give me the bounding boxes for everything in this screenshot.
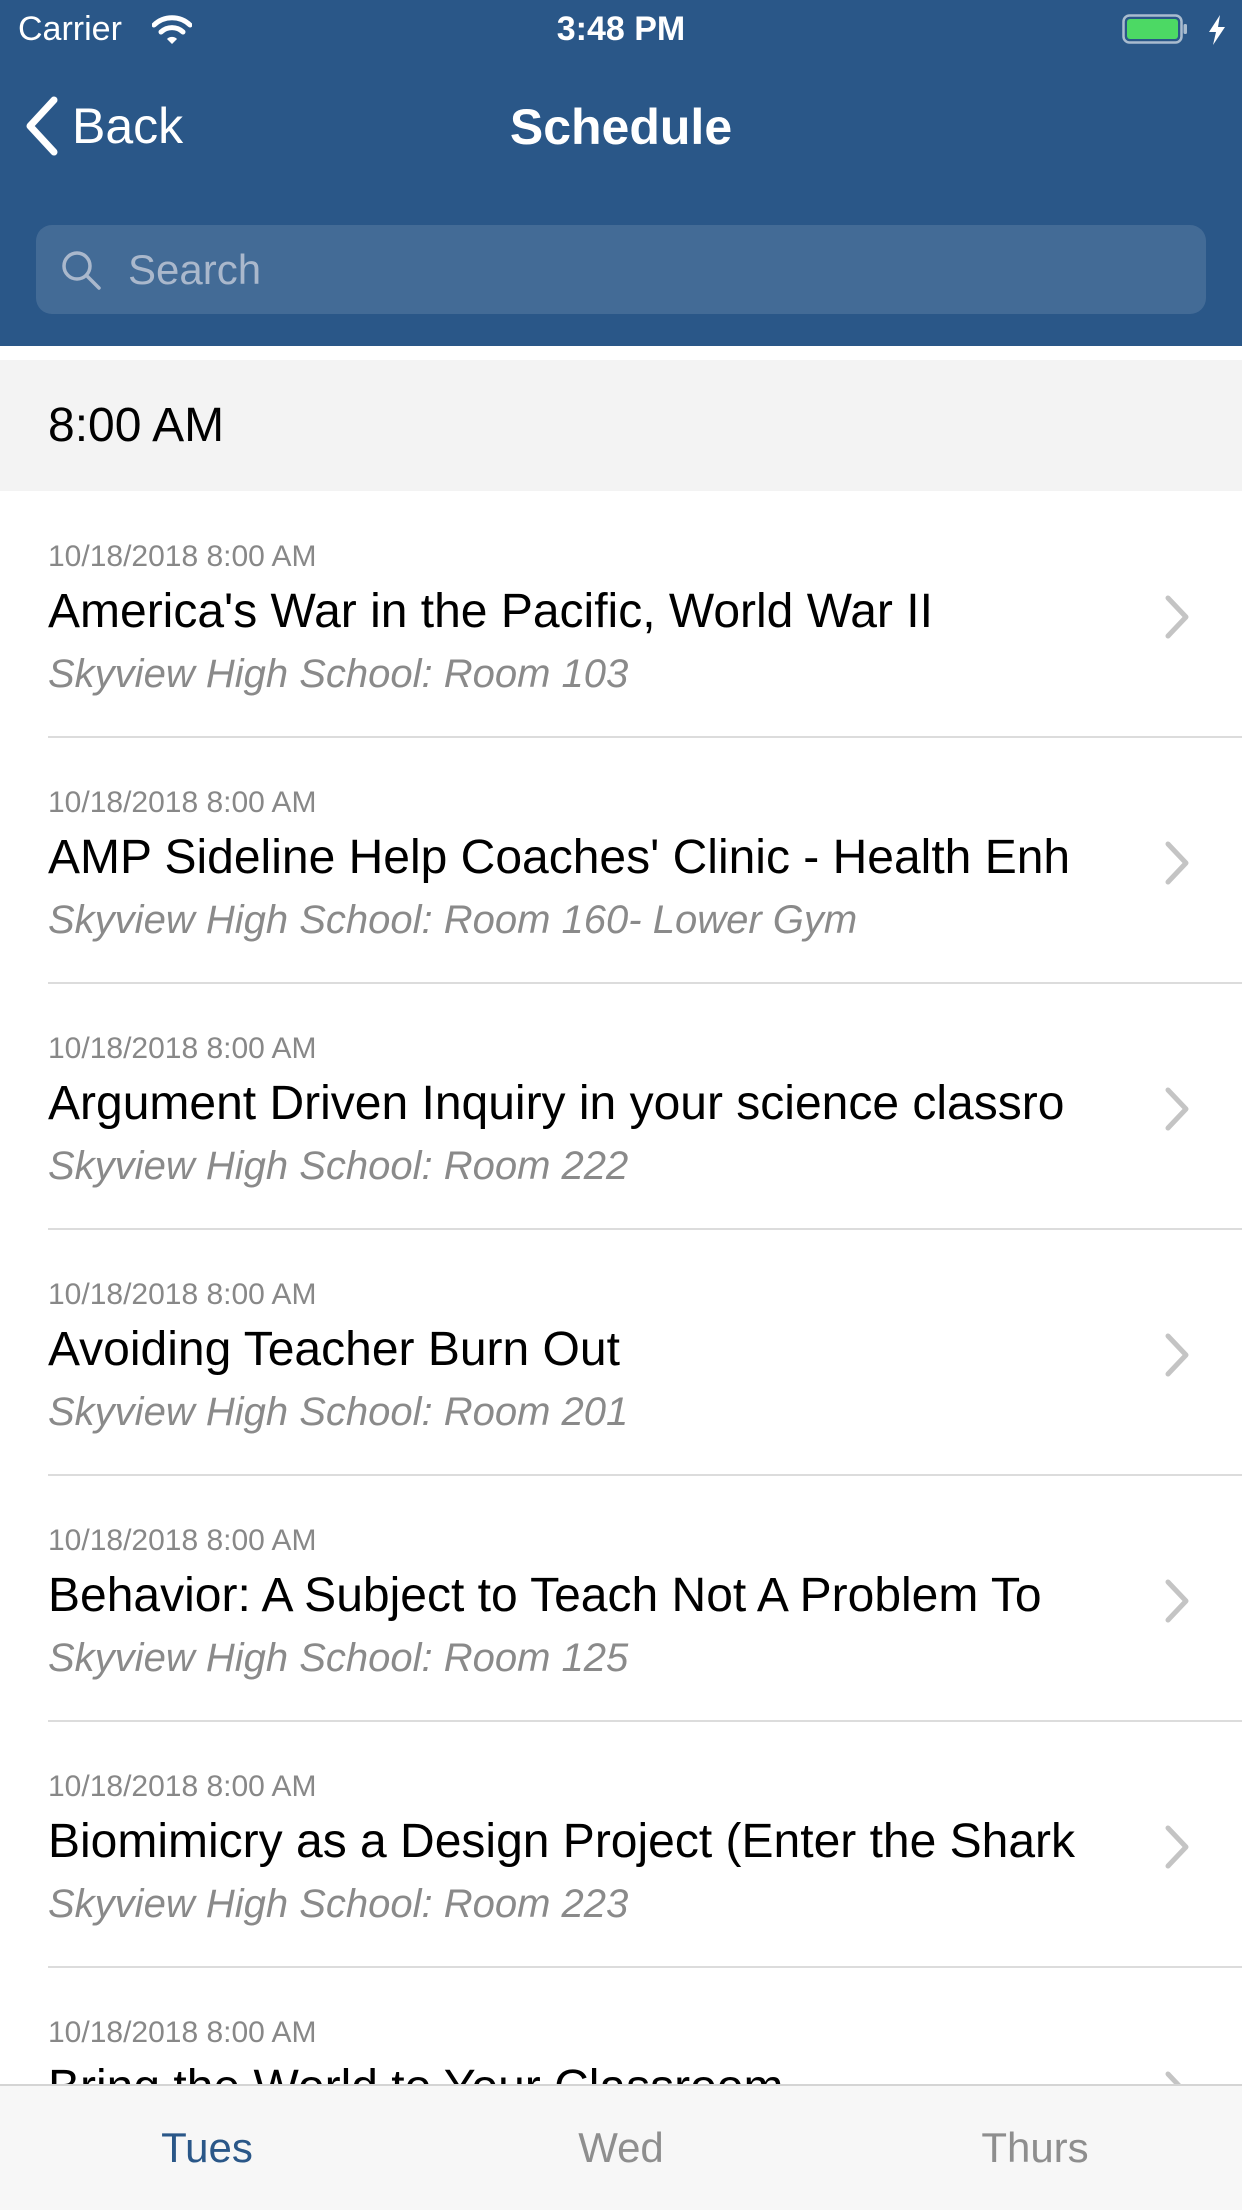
session-date: 10/18/2018 8:00 AM — [48, 1770, 317, 1803]
session-date: 10/18/2018 8:00 AM — [48, 540, 317, 573]
chevron-right-icon — [1165, 2071, 1181, 2084]
session-title: AMP Sideline Help Coaches' Clinic - Heal… — [48, 831, 1071, 884]
header: Carrier 3:48 PM Back Schedule — [0, 0, 1242, 346]
session-row[interactable]: 10/18/2018 8:00 AM Biomimicry as a Desig… — [0, 1722, 1242, 1968]
session-date: 10/18/2018 8:00 AM — [48, 1032, 317, 1065]
session-title: Behavior: A Subject to Teach Not A Probl… — [48, 1569, 1042, 1622]
session-title: Avoiding Teacher Burn Out — [48, 1323, 620, 1376]
session-row[interactable]: 10/18/2018 8:00 AM Argument Driven Inqui… — [0, 984, 1242, 1230]
status-bar: Carrier 3:48 PM — [0, 0, 1242, 60]
session-location: Skyview High School: Room 160- Lower Gym — [48, 898, 858, 942]
section-header: 8:00 AM — [0, 360, 1242, 491]
battery-icon — [1122, 14, 1187, 44]
session-title: America's War in the Pacific, World War … — [48, 585, 933, 638]
session-row[interactable]: 10/18/2018 8:00 AM Avoiding Teacher Burn… — [0, 1230, 1242, 1476]
status-time: 3:48 PM — [556, 10, 686, 48]
page-title: Schedule — [509, 99, 733, 155]
search-icon — [62, 250, 101, 290]
session-date: 10/18/2018 8:00 AM — [48, 2016, 317, 2049]
chevron-right-icon — [1165, 841, 1189, 885]
search-input[interactable] — [126, 244, 1170, 295]
session-title: Bring the World to Your Classroom — [48, 2060, 1120, 2084]
tab-tues[interactable]: Tues — [0, 2086, 414, 2210]
session-date: 10/18/2018 8:00 AM — [48, 786, 317, 819]
session-date: 10/18/2018 8:00 AM — [48, 1524, 317, 1557]
session-title: Biomimicry as a Design Project (Enter th… — [48, 1815, 1076, 1868]
session-row[interactable]: 10/18/2018 8:00 AM Bring the World to Yo… — [0, 1968, 1242, 2084]
session-location: Skyview High School: Room 103 — [48, 652, 629, 696]
session-title: Argument Driven Inquiry in your science … — [48, 1077, 1065, 1130]
session-location: Skyview High School: Room 222 — [48, 1144, 629, 1188]
tab-bar: Tues Wed Thurs — [0, 2084, 1242, 2210]
charging-bolt-icon — [1209, 15, 1225, 45]
session-row[interactable]: 10/18/2018 8:00 AM Behavior: A Subject t… — [0, 1476, 1242, 1722]
session-location: Skyview High School: Room 201 — [48, 1390, 629, 1434]
chevron-right-icon — [1165, 1087, 1189, 1131]
session-date: 10/18/2018 8:00 AM — [48, 1278, 317, 1311]
session-list: 10/18/2018 8:00 AM America's War in the … — [0, 492, 1242, 2084]
session-location: Skyview High School: Room 223 — [48, 1882, 629, 1926]
section-header-label: 8:00 AM — [48, 399, 225, 452]
chevron-right-icon — [1165, 1333, 1189, 1377]
tab-wed[interactable]: Wed — [414, 2086, 828, 2210]
session-row[interactable]: 10/18/2018 8:00 AM America's War in the … — [0, 492, 1242, 738]
chevron-right-icon — [1165, 1579, 1189, 1623]
session-location: Skyview High School: Room 125 — [48, 1636, 629, 1680]
search-bar[interactable] — [36, 225, 1206, 314]
navigation-bar: Back Schedule — [0, 60, 1242, 190]
chevron-right-icon — [1165, 595, 1189, 639]
chevron-right-icon — [1165, 1825, 1189, 1869]
tab-thurs[interactable]: Thurs — [828, 2086, 1242, 2210]
session-row[interactable]: 10/18/2018 8:00 AM AMP Sideline Help Coa… — [0, 738, 1242, 984]
